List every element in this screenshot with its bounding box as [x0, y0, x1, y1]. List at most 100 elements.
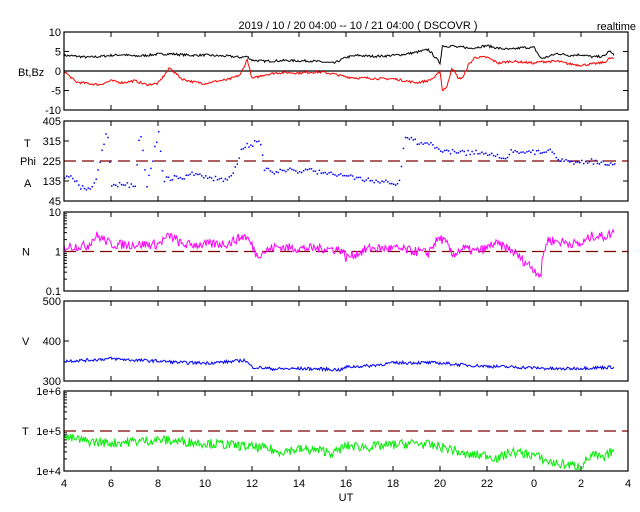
data-point: [353, 178, 356, 181]
data-point: [318, 169, 321, 172]
data-point: [83, 187, 86, 190]
data-point: [475, 149, 477, 152]
data-point: [97, 169, 99, 171]
data-point: [412, 139, 415, 141]
y-tick-label: -5: [51, 86, 61, 98]
x-tick-label: 4: [625, 478, 631, 490]
data-point: [573, 163, 575, 165]
data-point: [238, 157, 241, 159]
y-axis-label: T: [24, 138, 31, 150]
data-point: [208, 176, 211, 179]
data-point: [120, 183, 123, 186]
data-point: [575, 161, 577, 163]
data-point: [428, 143, 430, 146]
data-point: [326, 173, 328, 175]
data-point: [463, 150, 465, 153]
y-tick-label: 10: [49, 207, 61, 219]
data-point: [346, 175, 348, 177]
data-point: [254, 140, 256, 142]
data-point: [279, 168, 281, 171]
data-point: [561, 158, 563, 160]
data-point: [498, 156, 501, 159]
data-point: [197, 173, 199, 176]
data-point: [584, 160, 587, 163]
data-point: [199, 173, 201, 175]
data-point: [494, 155, 497, 158]
data-point: [263, 169, 266, 172]
data-point: [304, 168, 307, 171]
data-point: [252, 145, 254, 147]
data-point: [338, 174, 340, 176]
data-point: [418, 143, 420, 145]
data-point: [351, 175, 354, 177]
data-point: [201, 175, 203, 177]
data-point: [273, 173, 276, 175]
y-tick-label: 500: [43, 296, 61, 308]
data-point: [72, 177, 74, 180]
data-point: [109, 161, 111, 164]
data-point: [122, 184, 125, 186]
data-point: [563, 160, 565, 162]
x-tick-label: 10: [199, 478, 211, 490]
data-point: [586, 162, 589, 164]
data-point: [183, 178, 185, 180]
data-point: [187, 174, 189, 177]
data-point: [416, 143, 418, 146]
data-point: [557, 158, 559, 161]
data-point: [78, 184, 80, 186]
data-point: [371, 179, 373, 182]
data-point: [295, 170, 297, 172]
data-point: [518, 152, 520, 155]
data-point: [369, 179, 371, 182]
data-point: [269, 170, 272, 172]
data-point: [258, 140, 260, 142]
data-point: [150, 167, 152, 170]
data-point: [66, 175, 68, 177]
data-point: [402, 147, 405, 150]
data-point: [206, 177, 209, 180]
series-n: [63, 228, 615, 279]
data-point: [387, 181, 389, 183]
data-point: [496, 153, 499, 156]
data-point: [210, 177, 213, 179]
data-point: [291, 168, 293, 171]
data-point: [361, 179, 364, 182]
data-point: [275, 171, 277, 173]
data-point: [404, 136, 407, 139]
data-point: [246, 142, 248, 145]
data-point: [300, 171, 303, 174]
y-tick-label: 10: [49, 27, 61, 39]
data-point: [522, 151, 524, 153]
y-tick-label: 405: [43, 116, 61, 128]
x-tick-label: 0: [531, 478, 537, 490]
data-point: [612, 163, 614, 166]
panel-5: 1e+6 1e+5 1e+4 T: [22, 386, 629, 478]
data-point: [316, 173, 319, 175]
data-point: [365, 179, 368, 181]
data-point: [506, 156, 509, 159]
data-point: [357, 176, 360, 179]
data-point: [420, 141, 422, 144]
data-point: [203, 176, 205, 179]
panel-1: 1050-5-10Bt,Bz: [18, 27, 629, 117]
data-point: [212, 179, 215, 182]
data-point: [434, 147, 436, 149]
data-point: [535, 150, 538, 152]
data-point: [381, 180, 383, 182]
data-point: [569, 161, 571, 163]
data-point: [140, 136, 142, 138]
data-point: [510, 149, 512, 151]
data-point: [107, 136, 109, 139]
data-point: [330, 171, 332, 174]
data-point: [520, 151, 522, 154]
data-point: [347, 175, 350, 177]
panel-2: 40531522513545TPhiA: [20, 116, 629, 208]
data-point: [222, 180, 225, 183]
series-v: [63, 356, 615, 373]
data-point: [406, 137, 409, 139]
panels: 1050-5-10Bt,Bz40531522513545TPhiA1010.1N…: [18, 27, 629, 478]
data-point: [169, 179, 172, 182]
data-point: [426, 142, 428, 144]
data-point: [594, 159, 597, 162]
data-point: [105, 133, 107, 135]
